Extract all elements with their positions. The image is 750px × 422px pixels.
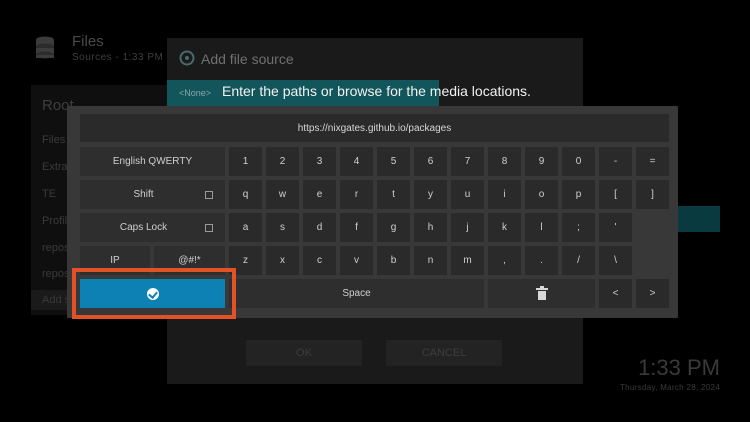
- key[interactable]: ]: [636, 180, 669, 209]
- key[interactable]: q: [229, 180, 262, 209]
- key[interactable]: h: [414, 213, 447, 242]
- key[interactable]: c: [303, 246, 336, 275]
- key[interactable]: g: [377, 213, 410, 242]
- trash-icon: [535, 285, 548, 300]
- key[interactable]: z: [229, 246, 262, 275]
- key[interactable]: ;: [562, 213, 595, 242]
- layout-key[interactable]: English QWERTY: [80, 147, 225, 176]
- shift-key[interactable]: Shift: [80, 180, 225, 209]
- key[interactable]: n: [414, 246, 447, 275]
- dialog-header: Add file source: [167, 38, 583, 78]
- key[interactable]: x: [266, 246, 299, 275]
- cursor-left-key[interactable]: <: [599, 279, 632, 308]
- key[interactable]: 0: [562, 147, 595, 176]
- key[interactable]: f: [340, 213, 373, 242]
- key[interactable]: ': [599, 213, 632, 242]
- key[interactable]: -: [599, 147, 632, 176]
- key[interactable]: e: [303, 180, 336, 209]
- clock: 1:33 PM: [638, 355, 720, 380]
- key[interactable]: o: [525, 180, 558, 209]
- key[interactable]: .: [525, 246, 558, 275]
- key[interactable]: v: [340, 246, 373, 275]
- key[interactable]: p: [562, 180, 595, 209]
- key[interactable]: /: [562, 246, 595, 275]
- done-button[interactable]: [80, 279, 225, 308]
- key[interactable]: u: [451, 180, 484, 209]
- key[interactable]: 9: [525, 147, 558, 176]
- key[interactable]: 5: [377, 147, 410, 176]
- shift-key-label: Shift: [133, 189, 154, 200]
- focus-strip: [678, 206, 720, 232]
- key[interactable]: [: [599, 180, 632, 209]
- panel-item[interactable]: TE: [42, 188, 56, 200]
- space-key[interactable]: Space: [229, 279, 484, 308]
- keyboard-text-input[interactable]: https://nixgates.github.io/packages: [80, 114, 669, 142]
- files-header: Files Sources - 1:33 PM: [30, 30, 180, 70]
- dialog-title: Add file source: [201, 51, 294, 67]
- database-icon: [36, 36, 54, 59]
- key[interactable]: \: [599, 246, 632, 275]
- checkbox-icon: [205, 190, 213, 199]
- cursor-right-key[interactable]: >: [636, 279, 669, 308]
- key[interactable]: r: [340, 180, 373, 209]
- source-icon: [179, 50, 195, 66]
- checkmark-circle-icon: [146, 287, 159, 300]
- key[interactable]: j: [451, 213, 484, 242]
- key[interactable]: t: [377, 180, 410, 209]
- backspace-key[interactable]: [488, 279, 595, 308]
- files-title: Files: [72, 33, 104, 50]
- ip-key[interactable]: IP: [80, 246, 150, 275]
- key[interactable]: a: [229, 213, 262, 242]
- key[interactable]: =: [636, 147, 669, 176]
- panel-item[interactable]: Extra: [42, 161, 68, 173]
- key[interactable]: d: [303, 213, 336, 242]
- symbols-key[interactable]: @#!*: [154, 246, 225, 275]
- panel-item[interactable]: Files: [42, 134, 65, 146]
- key[interactable]: b: [377, 246, 410, 275]
- key[interactable]: 8: [488, 147, 521, 176]
- keyboard-hint: Enter the paths or browse for the media …: [222, 83, 531, 99]
- key[interactable]: 2: [266, 147, 299, 176]
- key[interactable]: m: [451, 246, 484, 275]
- key[interactable]: y: [414, 180, 447, 209]
- key[interactable]: 1: [229, 147, 262, 176]
- files-subtitle: Sources - 1:33 PM: [72, 52, 164, 63]
- key[interactable]: ,: [488, 246, 521, 275]
- key[interactable]: 7: [451, 147, 484, 176]
- key[interactable]: w: [266, 180, 299, 209]
- date: Thursday, March 28, 2024: [620, 383, 720, 392]
- key[interactable]: 6: [414, 147, 447, 176]
- key[interactable]: k: [488, 213, 521, 242]
- checkbox-icon: [205, 223, 213, 232]
- on-screen-keyboard: https://nixgates.github.io/packages Engl…: [67, 106, 678, 318]
- key[interactable]: 4: [340, 147, 373, 176]
- key[interactable]: l: [525, 213, 558, 242]
- key[interactable]: 3: [303, 147, 336, 176]
- ok-button[interactable]: OK: [246, 340, 362, 366]
- key[interactable]: s: [266, 213, 299, 242]
- key[interactable]: i: [488, 180, 521, 209]
- source-path-value: <None>: [179, 88, 212, 98]
- cancel-button[interactable]: CANCEL: [386, 340, 502, 366]
- caps-lock-key[interactable]: Caps Lock: [80, 213, 225, 242]
- caps-lock-label: Caps Lock: [119, 222, 168, 233]
